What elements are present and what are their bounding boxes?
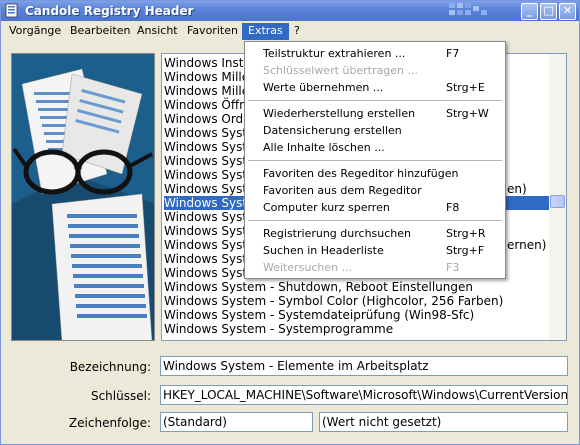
list-item[interactable]: Windows System - Systemprogramme	[164, 322, 393, 336]
menu-item-computer-sperren[interactable]: Computer kurz sperren F8	[246, 199, 504, 216]
menu-extras[interactable]: Extras	[242, 23, 289, 40]
list-item-overflow: en)	[507, 182, 527, 196]
menu-help[interactable]: ?	[288, 23, 306, 40]
menu-bearbeiten[interactable]: Bearbeiten	[64, 23, 136, 40]
zeichenfolge-label: Zeichenfolge:	[68, 416, 151, 430]
schluessel-label: Schlüssel:	[90, 389, 151, 403]
maximize-button[interactable]: □	[540, 3, 557, 20]
list-item[interactable]: Windows System - Systemdateiprüfung (Win…	[164, 308, 474, 322]
minimize-button[interactable]: _	[521, 3, 538, 20]
menu-favoriten[interactable]: Favoriten	[181, 23, 244, 40]
list-item[interactable]: Windows Miller	[164, 84, 254, 98]
menu-item-schluesselwert-uebertragen: Schlüsselwert übertragen ...	[263, 64, 418, 77]
list-item[interactable]: Windows System - Shutdown, Reboot Einste…	[164, 280, 473, 294]
schluessel-field[interactable]: HKEY_LOCAL_MACHINE\Software\Microsoft\Wi…	[160, 385, 568, 405]
glasses-documents-illustration	[12, 54, 154, 340]
menu-separator	[248, 160, 502, 161]
menu-item-favoriten-aus-regeditor[interactable]: Favoriten aus dem Regeditor	[246, 182, 504, 199]
zeichenfolge-field[interactable]: (Standard)	[160, 412, 313, 432]
menu-item-wiederherstellung-erstellen[interactable]: Wiederherstellung erstellen Strg+W	[246, 105, 504, 122]
menu-separator	[248, 100, 502, 101]
bezeichnung-label: Bezeichnung:	[69, 360, 151, 374]
menu-item-favoriten-hinzufuegen[interactable]: Favoriten des Regeditor hinzufügen	[246, 165, 504, 182]
illustration-panel	[11, 53, 155, 341]
list-item[interactable]: Windows Miller	[164, 70, 254, 84]
menu-item-teilstruktur-extrahieren[interactable]: Teilstruktur extrahieren ... F7	[246, 45, 504, 62]
title-bar[interactable]: Candole Registry Header _ □ ✕	[1, 1, 579, 21]
list-item[interactable]: Windows Öffn	[164, 98, 247, 112]
menu-ansicht[interactable]: Ansicht	[131, 23, 184, 40]
scroll-thumb[interactable]	[550, 195, 565, 208]
wert-field[interactable]: (Wert nicht gesetzt)	[319, 412, 568, 432]
main-window: Candole Registry Header _ □ ✕ Vorgänge B…	[0, 0, 580, 445]
list-item-overflow: ernen)	[507, 238, 547, 252]
menu-item-alle-inhalte-loeschen[interactable]: Alle Inhalte löschen ...	[246, 139, 504, 156]
menu-vorgaenge[interactable]: Vorgänge	[3, 23, 67, 40]
list-scrollbar[interactable]	[549, 54, 566, 340]
menu-separator	[248, 220, 502, 221]
bezeichnung-field[interactable]: Windows System - Elemente im Arbeitsplat…	[160, 356, 568, 376]
menu-bar: Vorgänge Bearbeiten Ansicht Favoriten Ex…	[1, 21, 579, 41]
menu-item-weitersuchen: Weitersuchen ... F3	[263, 261, 460, 274]
list-item[interactable]: Windows Insta	[164, 56, 251, 70]
menu-item-suchen-in-headerliste[interactable]: Suchen in Headerliste Strg+F	[246, 242, 504, 259]
list-item[interactable]: Windows Ordn	[164, 112, 251, 126]
menu-item-werte-uebernehmen[interactable]: Werte übernehmen ... Strg+E	[246, 79, 504, 96]
menu-item-registrierung-durchsuchen[interactable]: Registrierung durchsuchen Strg+R	[246, 225, 504, 242]
list-item[interactable]: Windows System - Symbol Color (Highcolor…	[164, 294, 503, 308]
extras-menu: Teilstruktur extrahieren ... F7 Schlüsse…	[244, 41, 506, 279]
window-title: Candole Registry Header	[25, 4, 194, 18]
registry-app-icon	[5, 3, 18, 18]
menu-item-datensicherung-erstellen[interactable]: Datensicherung erstellen	[246, 122, 504, 139]
close-button[interactable]: ✕	[559, 3, 576, 20]
title-decoration	[449, 3, 487, 15]
